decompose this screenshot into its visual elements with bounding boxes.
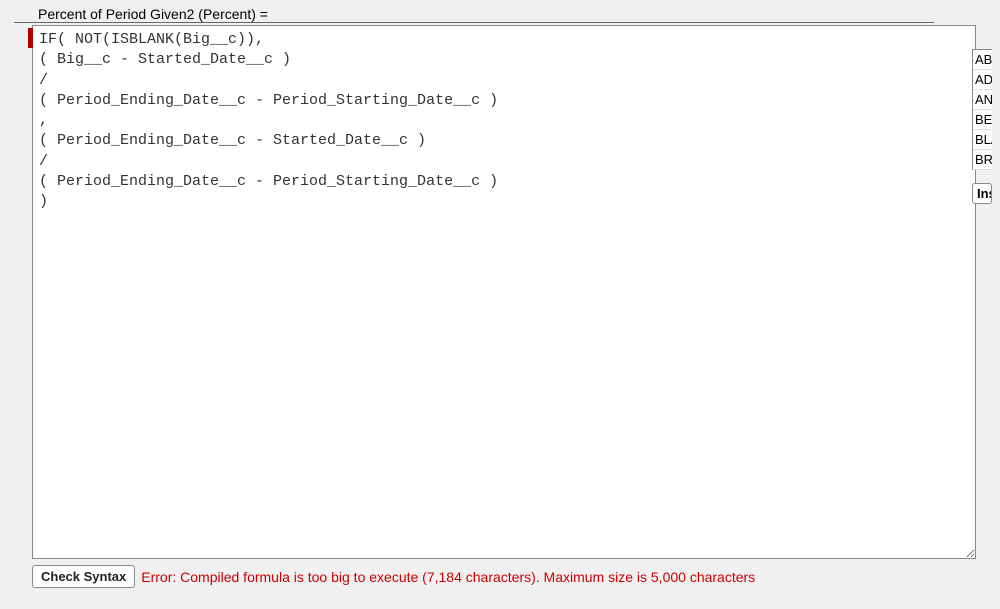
function-item[interactable]: ADD xyxy=(973,70,992,90)
formula-editor-wrap: ABS ADD AND BEGINS BLANK BR Insert xyxy=(14,25,990,559)
function-item[interactable]: AND xyxy=(973,90,992,110)
formula-textarea[interactable] xyxy=(32,25,976,559)
check-syntax-button[interactable]: Check Syntax xyxy=(32,565,135,588)
function-list[interactable]: ABS ADD AND BEGINS BLANK BR xyxy=(972,49,992,170)
function-item[interactable]: BR xyxy=(973,150,992,170)
editor-error-mark xyxy=(28,28,33,48)
function-item[interactable]: ABS xyxy=(973,50,992,70)
function-item[interactable]: BEGINS xyxy=(973,110,992,130)
syntax-row: Check Syntax Error: Compiled formula is … xyxy=(32,565,990,588)
formula-field-label: Percent of Period Given2 (Percent) = xyxy=(14,6,934,23)
syntax-error-message: Error: Compiled formula is too big to ex… xyxy=(141,569,755,585)
function-item[interactable]: BLANK xyxy=(973,130,992,150)
insert-function-button[interactable]: Insert xyxy=(972,183,992,204)
